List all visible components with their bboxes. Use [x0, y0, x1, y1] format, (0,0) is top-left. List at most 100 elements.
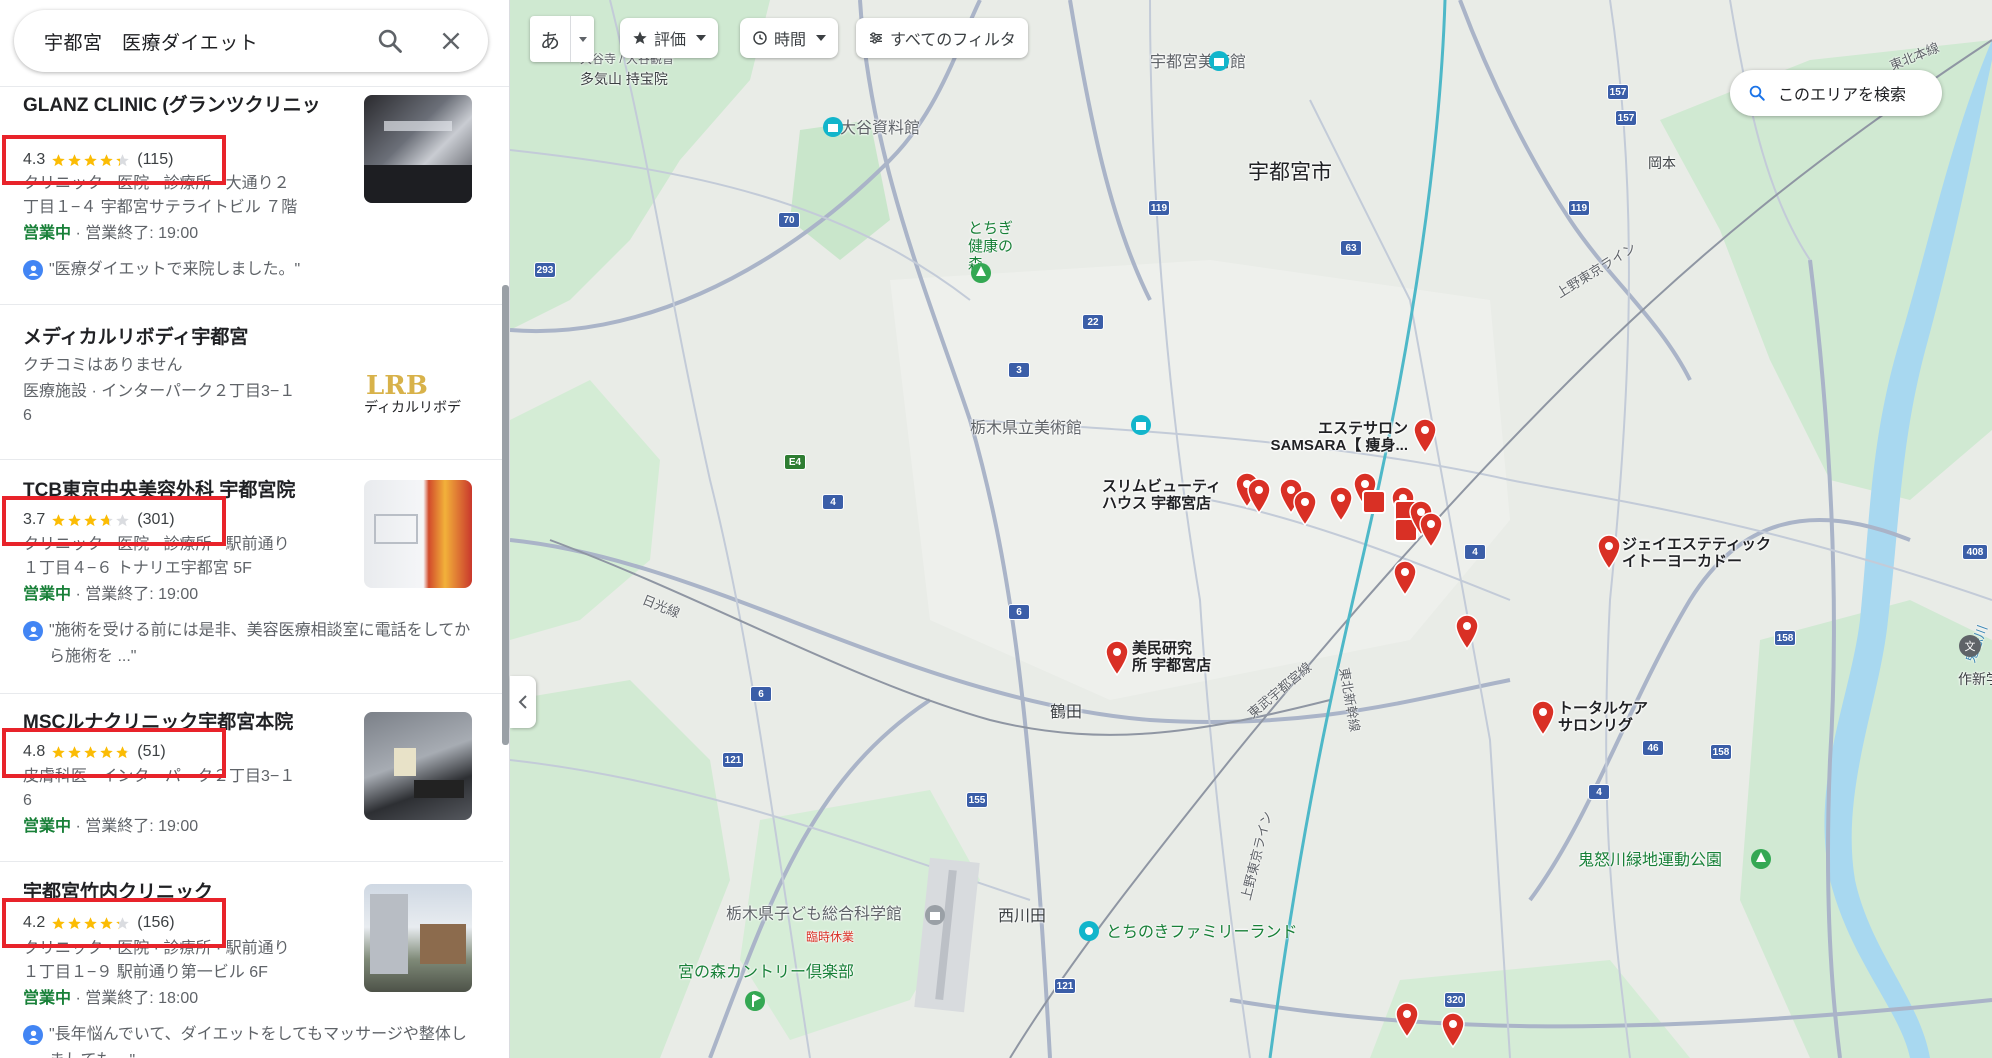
all-filters-chip[interactable]: すべてのフィルタ — [856, 18, 1028, 58]
open-status: 営業中 · 営業終了: 18:00 — [23, 990, 199, 1007]
result-thumbnail[interactable] — [364, 712, 472, 820]
place-pin[interactable] — [1454, 614, 1480, 650]
result-title[interactable]: GLANZ CLINIC (グランツクリニック) — [23, 93, 343, 119]
road-shield: 46 — [1642, 740, 1664, 756]
open-status: 営業中 · 営業終了: 19:00 — [23, 225, 199, 242]
road-shield: 22 — [1082, 314, 1104, 330]
map-label-kinugawa-park[interactable]: 鬼怒川緑地運動公園 — [1578, 852, 1722, 870]
place-pin[interactable] — [1412, 418, 1438, 454]
result-thumbnail[interactable] — [364, 95, 472, 203]
no-reviews-text: クチコミはありません — [23, 357, 183, 374]
highlight-box — [2, 135, 226, 185]
chevron-down-icon — [816, 35, 827, 41]
map-label-kids-center[interactable]: 栃木県子ども総合科学館 — [726, 906, 902, 924]
place-pin[interactable] — [1392, 560, 1418, 596]
road-shield: 158 — [1774, 630, 1796, 646]
map-label-city[interactable]: 宇都宮市 — [1248, 162, 1332, 183]
pin-label[interactable]: トータルケア サロンリグ — [1558, 700, 1648, 734]
road-shield: 121 — [722, 752, 744, 768]
result-address: １丁目４−６ トナリエ宇都宮 5F — [23, 560, 252, 577]
place-pin[interactable] — [1394, 1002, 1420, 1038]
map-label-tsuruta[interactable]: 鶴田 — [1050, 704, 1082, 722]
filter-hours-chip[interactable]: 時間 — [740, 18, 839, 58]
pin-label[interactable]: スリムビューティ ハウス 宇都宮店 — [1102, 478, 1221, 512]
park-icon[interactable] — [1078, 920, 1100, 942]
thumbnail-text: ディカルリボデ — [364, 399, 462, 415]
map-label-oya[interactable]: 大谷資料館 — [840, 120, 920, 138]
search-box[interactable]: 宇都宮 医療ダイエット — [14, 10, 488, 72]
road-shield: 70 — [778, 212, 800, 228]
place-pin[interactable] — [1246, 478, 1272, 514]
chevron-down-icon[interactable] — [570, 16, 594, 62]
result-item-takeuchi[interactable]: 宇都宮竹内クリニック 4.2 (156) クリニック · 医院 · 診療所 · … — [0, 862, 503, 1058]
search-this-area-button[interactable]: このエリアを検索 — [1730, 70, 1942, 116]
clinic-pin[interactable] — [1362, 490, 1386, 514]
results-scrollbar[interactable] — [502, 285, 509, 745]
result-item-medical-rebody[interactable]: メディカルリボディ宇都宮 クチコミはありません 医療施設 · インターパーク２丁… — [0, 305, 503, 460]
user-icon — [23, 1025, 43, 1045]
collapse-panel-button[interactable] — [510, 676, 536, 728]
museum-icon[interactable] — [822, 116, 844, 138]
search-icon[interactable] — [376, 27, 404, 55]
park-icon[interactable] — [1750, 848, 1772, 870]
star-icon — [633, 31, 647, 44]
result-thumbnail[interactable] — [364, 480, 472, 588]
road-shield: 63 — [1340, 240, 1362, 256]
map-label-museum[interactable]: 宇都宮美術館 — [1150, 54, 1246, 72]
golf-icon[interactable] — [744, 990, 766, 1012]
result-address: 丁目１−４ 宇都宮サテライトビル ７階 — [23, 199, 298, 216]
result-address: 6 — [23, 407, 32, 424]
chevron-left-icon — [518, 695, 527, 709]
language-label: あ — [540, 30, 560, 53]
park-icon[interactable] — [970, 262, 992, 284]
filter-rating-chip[interactable]: 評価 — [620, 18, 719, 58]
road-shield: 293 — [534, 262, 556, 278]
place-pin[interactable] — [1418, 512, 1444, 548]
road-shield: 158 — [1710, 744, 1732, 760]
museum-icon[interactable] — [1208, 50, 1230, 72]
highlight-box — [2, 496, 226, 546]
map-label-okamoto[interactable]: 岡本 — [1648, 154, 1676, 172]
result-item-glanz[interactable]: GLANZ CLINIC (グランツクリニック) 4.3 (115) クリニック… — [0, 87, 503, 305]
svg-text:文: 文 — [1965, 639, 1976, 653]
search-input[interactable]: 宇都宮 医療ダイエット — [44, 28, 376, 55]
open-status: 営業中 · 営業終了: 19:00 — [23, 818, 199, 835]
result-thumbnail[interactable] — [364, 884, 472, 992]
place-pin[interactable] — [1292, 490, 1318, 526]
pin-label[interactable]: ジェイエステティック イトーヨーカドー — [1622, 536, 1771, 570]
map-label-country-club[interactable]: 宮の森カントリー倶楽部 — [678, 964, 854, 982]
road-shield: 320 — [1444, 992, 1466, 1008]
search-icon — [1749, 85, 1765, 101]
place-pin[interactable] — [1328, 486, 1354, 522]
pin-label[interactable]: 美民研究所 宇都宮店 — [1132, 640, 1211, 674]
road-shield: 4 — [1588, 784, 1610, 800]
map-label-sakushin[interactable]: 作新学院 — [1958, 670, 1992, 688]
map-canvas[interactable]: 157 157 119 70 293 22 3 4 E4 6 6 121 155… — [510, 0, 1992, 1058]
result-item-msc[interactable]: MSCルナクリニック宇都宮本院 4.8 (51) 皮膚科医 · インターパーク２… — [0, 694, 503, 862]
map-label-nishikawada[interactable]: 西川田 — [998, 908, 1046, 926]
chevron-down-icon — [696, 35, 707, 41]
highlight-box — [2, 728, 226, 778]
museum-icon[interactable] — [1130, 414, 1152, 436]
place-pin[interactable] — [1596, 534, 1622, 570]
pin-label[interactable]: エステサロン SAMSARA【 痩身... — [1270, 420, 1408, 454]
map-label-temple[interactable]: 多気山 持宝院 — [580, 70, 668, 88]
place-pin[interactable] — [1104, 640, 1130, 676]
result-title[interactable]: メディカルリボディ宇都宮 — [23, 325, 343, 351]
museum-icon[interactable] — [924, 904, 946, 926]
language-toggle[interactable]: あ — [530, 16, 594, 62]
school-icon[interactable]: 文 — [1958, 634, 1982, 658]
user-icon — [23, 260, 43, 280]
open-status: 営業中 · 営業終了: 19:00 — [23, 586, 199, 603]
place-pin[interactable] — [1440, 1012, 1466, 1048]
place-pin[interactable] — [1530, 700, 1556, 736]
result-item-tcb[interactable]: TCB東京中央美容外科 宇都宮院 3.7 (301) クリニック · 医院 · … — [0, 460, 503, 694]
review-snippet: "長年悩んでいて、ダイエットをしてもマッサージや整体しましても ..." — [23, 1022, 473, 1058]
result-address: １丁目１−９ 駅前通り第一ビル 6F — [23, 964, 268, 981]
map-label-family-land[interactable]: とちのきファミリーランド — [1106, 924, 1298, 942]
road-shield: 6 — [1008, 604, 1030, 620]
map-label-art-museum[interactable]: 栃木県立美術館 — [970, 420, 1082, 438]
close-icon[interactable] — [438, 28, 464, 54]
road-shield: 119 — [1148, 200, 1170, 216]
result-thumbnail[interactable]: LRB ディカルリボデ — [364, 327, 472, 435]
